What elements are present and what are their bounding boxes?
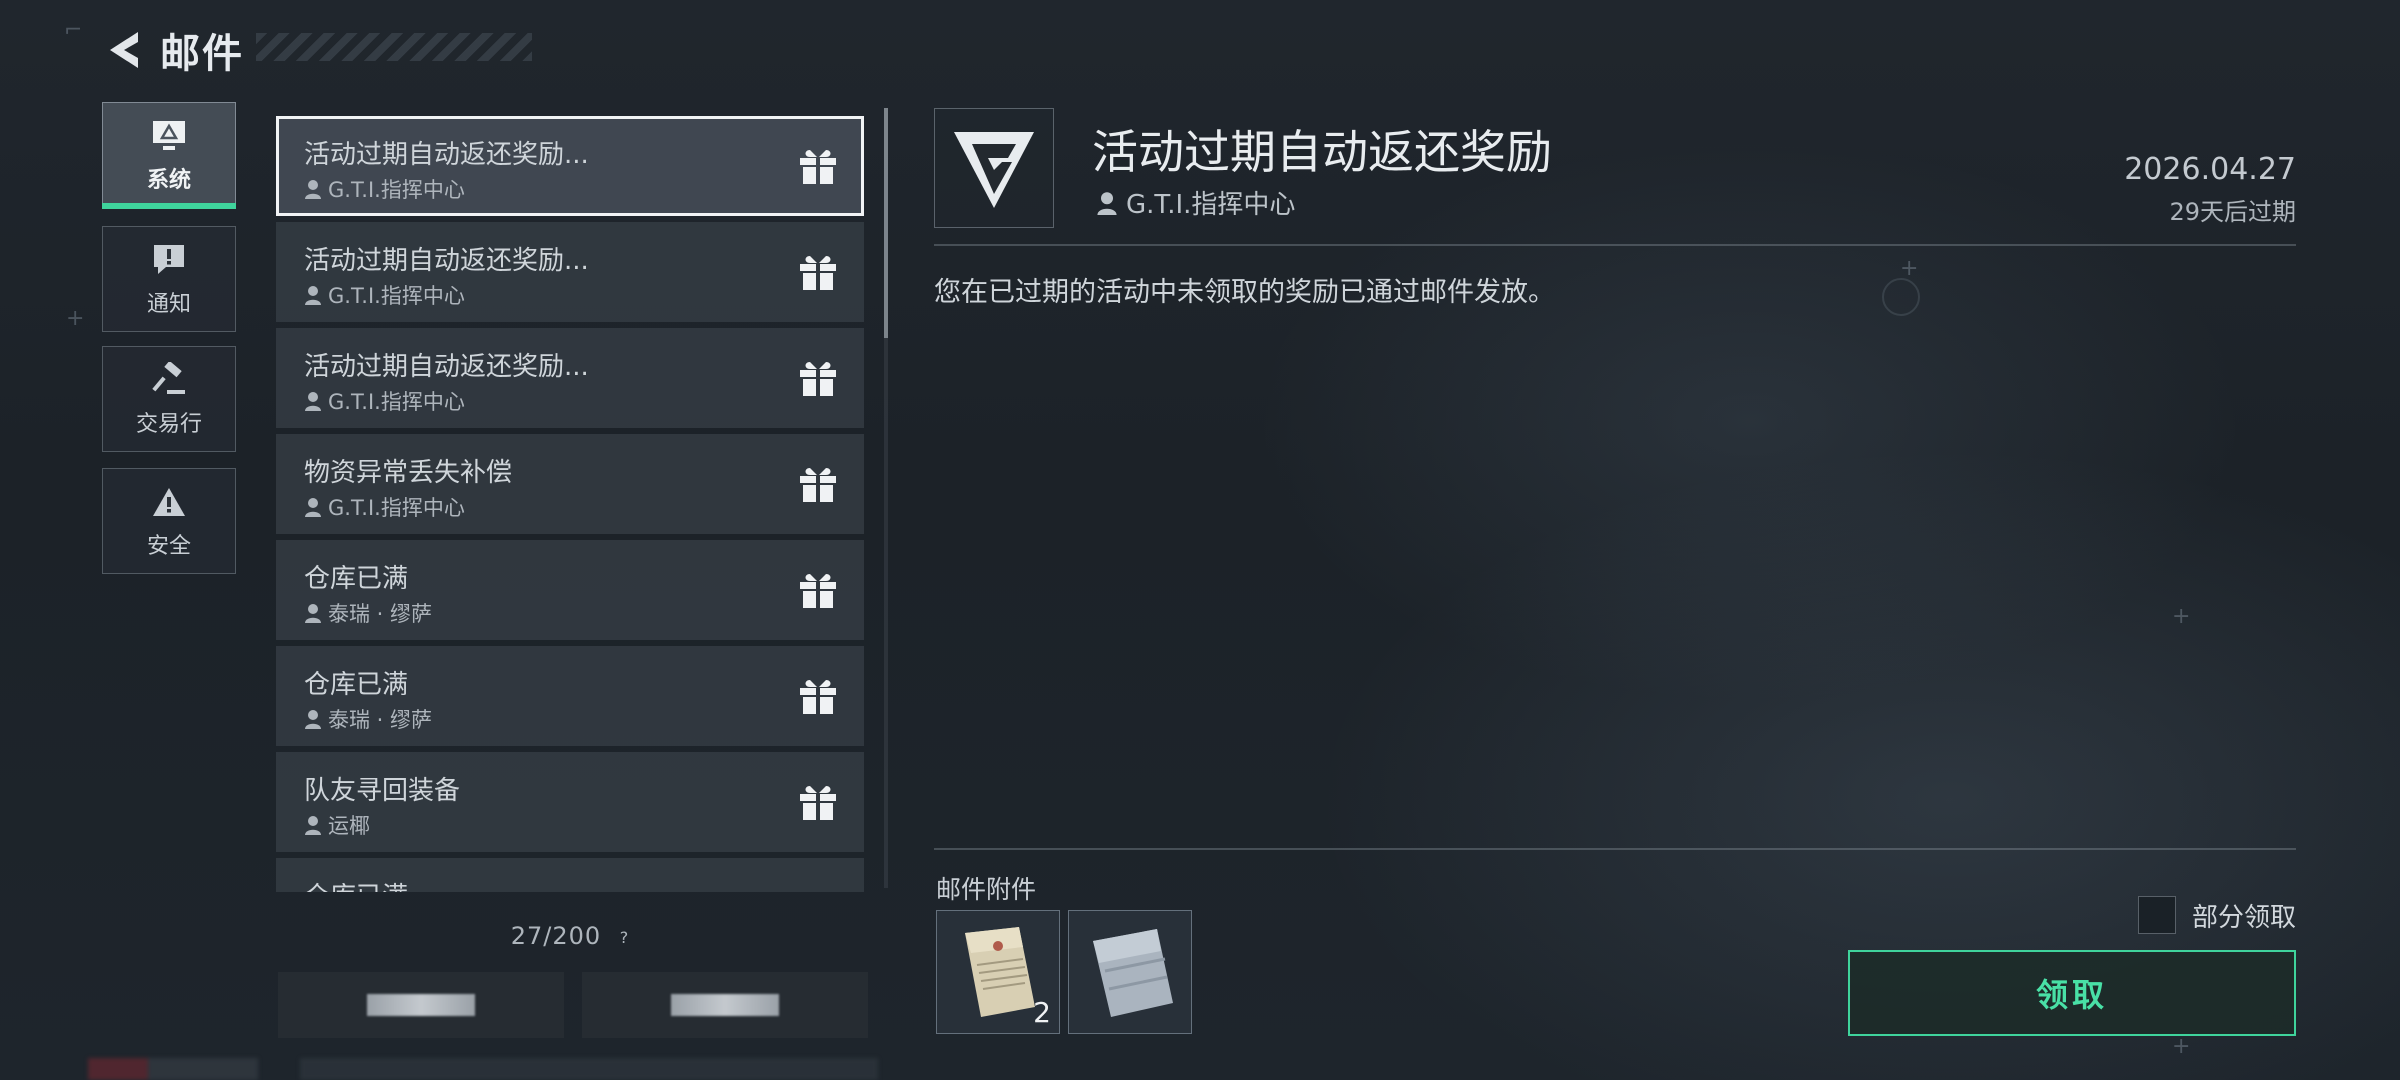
- mail-count: 27/200 ?: [276, 922, 864, 950]
- tab-system[interactable]: 系统: [102, 102, 236, 209]
- mail-date: 2026.04.27: [2124, 152, 2296, 187]
- person-icon: [1097, 191, 1117, 215]
- mail-detail-title: 活动过期自动返还奖励: [1092, 125, 1552, 179]
- divider: [934, 848, 2296, 850]
- gavel-icon: [149, 360, 189, 400]
- sender-name: G.T.I.指挥中心: [328, 178, 465, 202]
- page-header: 邮件: [98, 22, 244, 78]
- mail-title: 仓库已满: [304, 876, 408, 892]
- gift-icon: [800, 574, 836, 608]
- tab-notification[interactable]: 通知: [102, 226, 236, 332]
- mail-list-item[interactable]: 仓库已满 泰瑞 · 缪萨: [276, 646, 864, 746]
- mail-body: 您在已过期的活动中未领取的奖励已通过邮件发放。: [934, 277, 1555, 308]
- claim-label: 领取: [2035, 976, 2108, 1014]
- sender-name: G.T.I.指挥中心: [328, 496, 465, 520]
- gift-icon: [800, 786, 836, 820]
- mail-sender: 泰瑞 · 缪萨: [304, 598, 432, 628]
- mail-title: 队友寻回装备: [304, 776, 461, 806]
- mail-list-item[interactable]: 活动过期自动返还奖励... G.T.I.指挥中心: [276, 116, 864, 216]
- claim-all-button[interactable]: [582, 972, 868, 1038]
- mail-count-text: 27/200: [510, 922, 602, 950]
- mail-title: 活动过期自动返还奖励...: [304, 140, 589, 170]
- sender-name: G.T.I.指挥中心: [1126, 190, 1296, 220]
- page-title: 邮件: [160, 31, 244, 77]
- mail-list-item[interactable]: 活动过期自动返还奖励... G.T.I.指挥中心: [276, 222, 864, 322]
- gift-icon: [800, 680, 836, 714]
- sender-name: 泰瑞 · 缪萨: [328, 602, 433, 626]
- person-icon: [305, 816, 321, 835]
- title-stripe-decoration: [256, 33, 532, 61]
- back-arrow-icon: [110, 32, 138, 68]
- mail-list: 活动过期自动返还奖励... G.T.I.指挥中心 活动过期自动返还奖励... G…: [276, 114, 864, 892]
- gift-icon: [800, 362, 836, 396]
- mail-list-item[interactable]: 队友寻回装备 运椰: [276, 752, 864, 852]
- sender-name: 泰瑞 · 缪萨: [328, 708, 433, 732]
- claim-button[interactable]: 领取: [1848, 950, 2296, 1036]
- expire-text: 29天后过期: [2169, 198, 2296, 226]
- partial-claim-checkbox[interactable]: [2137, 896, 2176, 934]
- person-icon: [305, 710, 321, 729]
- sender-name: G.T.I.指挥中心: [328, 390, 465, 414]
- crosshair-decoration: [1882, 278, 1920, 316]
- mail-sender: G.T.I.指挥中心: [304, 386, 465, 416]
- person-icon: [305, 286, 321, 305]
- mail-list-item[interactable]: 活动过期自动返还奖励... G.T.I.指挥中心: [276, 328, 864, 428]
- delete-read-button[interactable]: [278, 972, 564, 1038]
- grid-cross-decoration: +: [2172, 1034, 2191, 1059]
- mail-sender: 运椰: [304, 810, 370, 840]
- person-icon: [305, 180, 321, 199]
- mail-list-item[interactable]: 仓库已满 泰瑞 · 缪萨: [276, 540, 864, 640]
- mail-list-item[interactable]: 物资异常丢失补偿 G.T.I.指挥中心: [276, 434, 864, 534]
- gift-icon: [800, 150, 836, 184]
- gti-logo: [934, 108, 1054, 228]
- monitor-icon: [149, 116, 189, 156]
- mail-sender: G.T.I.指挥中心: [304, 280, 465, 310]
- sender-name: G.T.I.指挥中心: [328, 284, 465, 308]
- help-icon[interactable]: ?: [620, 928, 630, 947]
- warning-triangle-icon: [149, 482, 189, 522]
- partial-claim-toggle[interactable]: 部分领取: [2137, 896, 2296, 934]
- tab-trading[interactable]: 交易行: [102, 346, 236, 452]
- mail-title: 活动过期自动返还奖励...: [304, 352, 589, 382]
- tab-security[interactable]: 安全: [102, 468, 236, 574]
- tab-label: 交易行: [135, 412, 202, 437]
- mail-title: 仓库已满: [304, 670, 409, 700]
- mail-title: 活动过期自动返还奖励...: [304, 246, 589, 276]
- attachment-quantity: 2: [1033, 996, 1051, 1029]
- person-icon: [305, 498, 321, 517]
- partial-claim-label: 部分领取: [2191, 902, 2296, 933]
- grid-cross-decoration: +: [2172, 604, 2191, 629]
- mail-detail-sender: G.T.I.指挥中心: [1096, 184, 1295, 221]
- grid-cross-decoration: +: [1900, 256, 1919, 281]
- attachment-slot[interactable]: [1068, 910, 1192, 1034]
- obscured-button-label: [671, 994, 779, 1016]
- gti-logo-icon: [954, 132, 1034, 208]
- attachments-label: 邮件附件: [936, 875, 1037, 904]
- sender-name: 运椰: [328, 814, 370, 838]
- corner-decoration: ⌐: [64, 18, 83, 43]
- mail-sender: 泰瑞 · 缪萨: [304, 704, 432, 734]
- person-icon: [305, 604, 321, 623]
- back-button[interactable]: [98, 22, 150, 78]
- cloth-item-icon: [1093, 929, 1173, 1017]
- divider: [934, 244, 2296, 246]
- grid-cross-decoration: +: [66, 306, 85, 331]
- gift-icon: [800, 256, 836, 290]
- tab-label: 系统: [146, 168, 191, 193]
- mail-list-item[interactable]: 仓库已满: [276, 858, 864, 892]
- person-icon: [305, 392, 321, 411]
- mail-title: 仓库已满: [304, 564, 409, 594]
- mail-sender: G.T.I.指挥中心: [304, 492, 465, 522]
- attachment-slot[interactable]: 2: [936, 910, 1060, 1034]
- mail-sender: G.T.I.指挥中心: [304, 174, 465, 204]
- gift-icon: [800, 468, 836, 502]
- scrollbar-thumb[interactable]: [884, 108, 888, 338]
- obscured-footer: [88, 1058, 878, 1080]
- tab-label: 通知: [146, 292, 191, 317]
- mail-title: 物资异常丢失补偿: [304, 458, 513, 488]
- message-alert-icon: [149, 240, 189, 280]
- tab-label: 安全: [146, 534, 191, 559]
- obscured-button-label: [367, 994, 475, 1016]
